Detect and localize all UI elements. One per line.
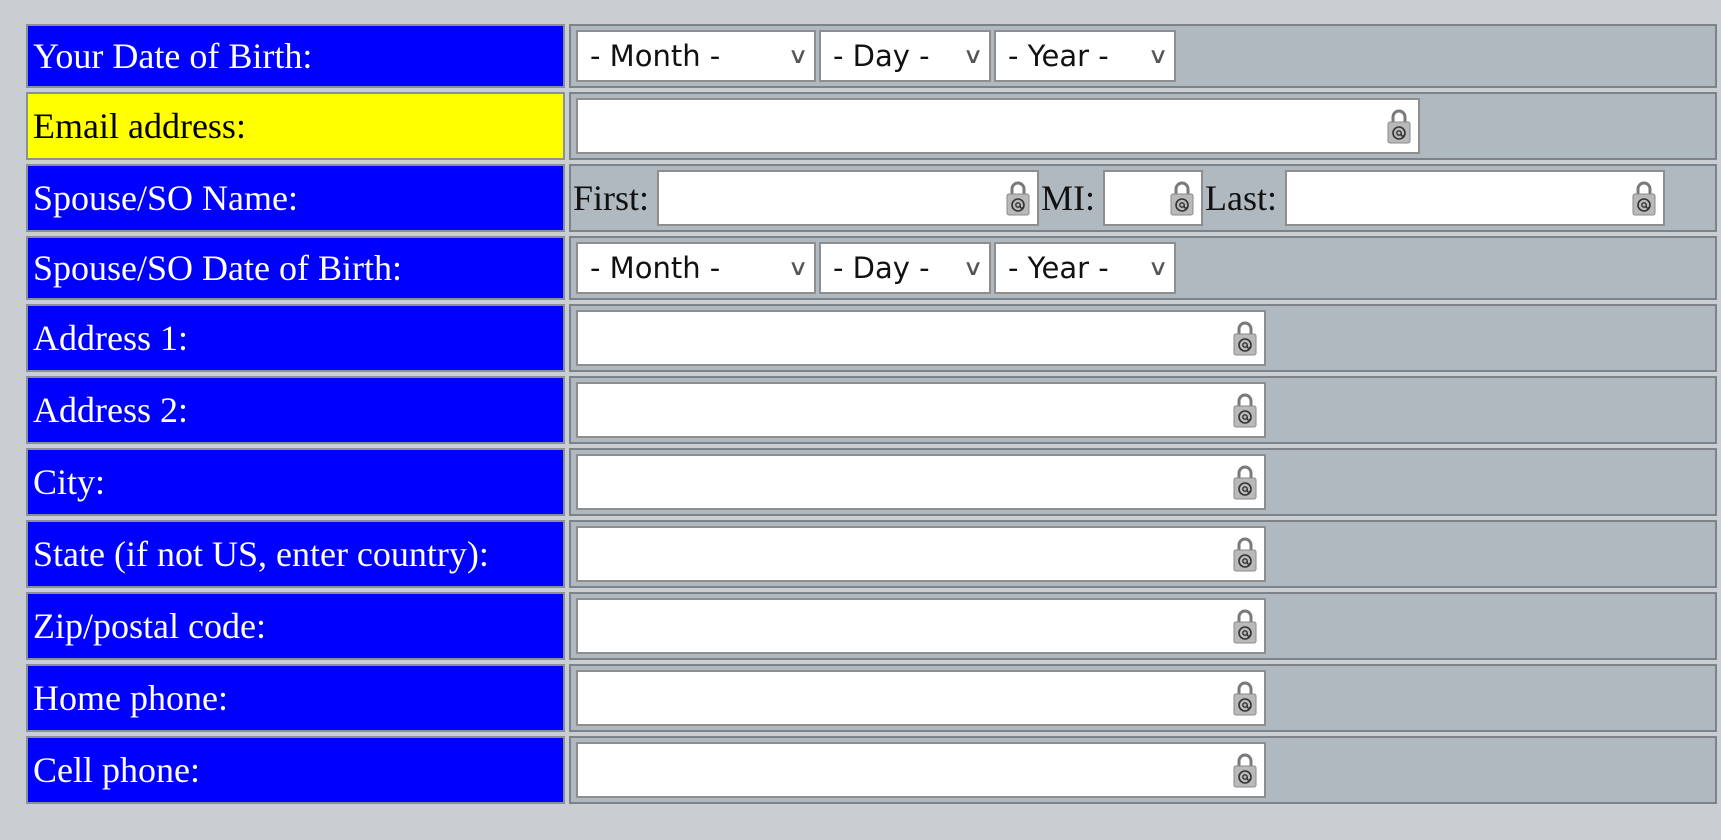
label-city: City: xyxy=(26,448,565,516)
address2-input[interactable] xyxy=(576,382,1266,438)
spouse-dob-year-select[interactable]: - Year - ∨ xyxy=(994,242,1176,294)
field-zip xyxy=(569,592,1717,660)
label-address2: Address 2: xyxy=(26,376,565,444)
chevron-down-icon: ∨ xyxy=(1147,43,1169,69)
spouse-dob-day-value: - Day - xyxy=(833,251,930,285)
dob-year-value: - Year - xyxy=(1008,39,1109,73)
dob-year-select[interactable]: - Year - ∨ xyxy=(994,30,1176,82)
field-spouse-name: First: MI: Last: xyxy=(569,164,1717,232)
dob-month-select[interactable]: - Month - ∨ xyxy=(576,30,816,82)
label-cell-phone: Cell phone: xyxy=(26,736,565,804)
field-state xyxy=(569,520,1717,588)
field-email xyxy=(569,92,1717,160)
label-email: Email address: xyxy=(26,92,565,160)
form-row-spouse-dob: Spouse/SO Date of Birth: - Month - ∨ - Day… xyxy=(26,236,1717,300)
label-state: State (if not US, enter country): xyxy=(26,520,565,588)
dob-day-select[interactable]: - Day - ∨ xyxy=(819,30,991,82)
field-spouse-dob: - Month - ∨ - Day - ∨ - Year - ∨ xyxy=(569,236,1717,300)
form-row-zip: Zip/postal code: xyxy=(26,592,1717,660)
padlock-at-icon[interactable] xyxy=(1232,607,1258,645)
padlock-at-icon[interactable] xyxy=(1232,391,1258,429)
label-spouse-dob: Spouse/SO Date of Birth: xyxy=(26,236,565,300)
chevron-down-icon: ∨ xyxy=(1147,255,1169,281)
chevron-down-icon: ∨ xyxy=(787,43,809,69)
state-input[interactable] xyxy=(576,526,1266,582)
form-row-dob: Your Date of Birth: - Month - ∨ - Day - ∨ - … xyxy=(26,24,1717,88)
dob-day-value: - Day - xyxy=(833,39,930,73)
spouse-first-input[interactable] xyxy=(657,170,1040,226)
label-address1: Address 1: xyxy=(26,304,565,372)
cell-phone-input[interactable] xyxy=(576,742,1266,798)
contact-form-table: Your Date of Birth: - Month - ∨ - Day - ∨ - … xyxy=(22,20,1721,808)
label-zip: Zip/postal code: xyxy=(26,592,565,660)
email-input[interactable] xyxy=(576,98,1420,154)
label-dob: Your Date of Birth: xyxy=(26,24,565,88)
address1-input[interactable] xyxy=(576,310,1266,366)
spouse-dob-month-select[interactable]: - Month - ∨ xyxy=(576,242,816,294)
spouse-dob-year-value: - Year - xyxy=(1008,251,1109,285)
spouse-mi-label: MI: xyxy=(1041,178,1096,218)
home-phone-input[interactable] xyxy=(576,670,1266,726)
form-row-state: State (if not US, enter country): xyxy=(26,520,1717,588)
padlock-at-icon[interactable] xyxy=(1631,179,1657,217)
spouse-dob-day-select[interactable]: - Day - ∨ xyxy=(819,242,991,294)
padlock-at-icon[interactable] xyxy=(1232,751,1258,789)
label-spouse-name: Spouse/SO Name: xyxy=(26,164,565,232)
padlock-at-icon[interactable] xyxy=(1386,107,1412,145)
chevron-down-icon: ∨ xyxy=(962,255,984,281)
city-input[interactable] xyxy=(576,454,1266,510)
field-home-phone xyxy=(569,664,1717,732)
label-home-phone: Home phone: xyxy=(26,664,565,732)
form-row-spouse-name: Spouse/SO Name: First: MI: Last: xyxy=(26,164,1717,232)
form-row-home-phone: Home phone: xyxy=(26,664,1717,732)
padlock-at-icon[interactable] xyxy=(1232,463,1258,501)
zip-input[interactable] xyxy=(576,598,1266,654)
chevron-down-icon: ∨ xyxy=(787,255,809,281)
spouse-first-label: First: xyxy=(573,178,650,218)
spouse-last-label: Last: xyxy=(1205,178,1278,218)
padlock-at-icon[interactable] xyxy=(1232,319,1258,357)
padlock-at-icon[interactable] xyxy=(1232,535,1258,573)
padlock-at-icon[interactable] xyxy=(1169,179,1195,217)
spouse-mi-input[interactable] xyxy=(1103,170,1204,226)
chevron-down-icon: ∨ xyxy=(962,43,984,69)
padlock-at-icon[interactable] xyxy=(1005,179,1031,217)
spouse-dob-month-value: - Month - xyxy=(590,251,721,285)
field-cell-phone xyxy=(569,736,1717,804)
field-address2 xyxy=(569,376,1717,444)
dob-month-value: - Month - xyxy=(590,39,721,73)
field-city xyxy=(569,448,1717,516)
form-row-address1: Address 1: xyxy=(26,304,1717,372)
form-row-city: City: xyxy=(26,448,1717,516)
field-dob: - Month - ∨ - Day - ∨ - Year - ∨ xyxy=(569,24,1717,88)
form-row-address2: Address 2: xyxy=(26,376,1717,444)
field-address1 xyxy=(569,304,1717,372)
spouse-last-input[interactable] xyxy=(1285,170,1666,226)
form-row-cell-phone: Cell phone: xyxy=(26,736,1717,804)
form-row-email: Email address: xyxy=(26,92,1717,160)
padlock-at-icon[interactable] xyxy=(1232,679,1258,717)
